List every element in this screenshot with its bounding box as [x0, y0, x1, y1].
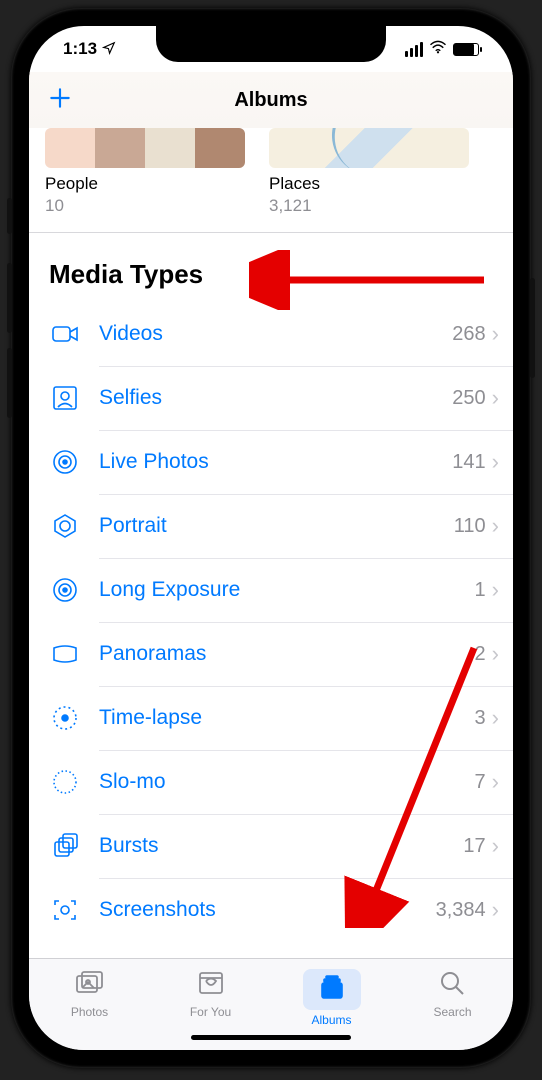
- content-area[interactable]: People 10 Places 3,121 Media Types Video…: [29, 128, 513, 958]
- row-label: Panoramas: [99, 642, 475, 666]
- chevron-right-icon: ›: [492, 641, 499, 667]
- chevron-right-icon: ›: [492, 321, 499, 347]
- list-item-videos[interactable]: Videos 268 ›: [29, 302, 513, 366]
- row-label: Videos: [99, 322, 452, 346]
- tab-label: For You: [190, 1005, 231, 1019]
- albums-icon: [303, 969, 361, 1010]
- tab-search[interactable]: Search: [392, 969, 513, 1019]
- tab-label: Albums: [311, 1013, 351, 1027]
- list-item-selfies[interactable]: Selfies 250 ›: [29, 366, 513, 430]
- portrait-icon: [49, 510, 81, 542]
- add-button[interactable]: [47, 83, 73, 117]
- search-icon: [438, 969, 468, 1002]
- row-label: Bursts: [99, 834, 463, 858]
- panorama-icon: [49, 638, 81, 670]
- row-label: Long Exposure: [99, 578, 475, 602]
- list-item-livephotos[interactable]: Live Photos 141 ›: [29, 430, 513, 494]
- row-count: 1: [475, 579, 486, 602]
- album-name: Places: [269, 174, 469, 194]
- media-types-list: Videos 268 › Selfies 250 › Live: [29, 302, 513, 942]
- album-tile-people[interactable]: People 10: [45, 128, 245, 216]
- chevron-right-icon: ›: [492, 705, 499, 731]
- row-label: Slo-mo: [99, 770, 475, 794]
- album-name: People: [45, 174, 245, 194]
- row-count: 17: [463, 835, 485, 858]
- list-item-slomo[interactable]: Slo-mo 7 ›: [29, 750, 513, 814]
- tab-label: Search: [433, 1005, 471, 1019]
- album-tile-places[interactable]: Places 3,121: [269, 128, 469, 216]
- chevron-right-icon: ›: [492, 449, 499, 475]
- video-icon: [49, 318, 81, 350]
- foryou-icon: [196, 969, 226, 1002]
- chevron-right-icon: ›: [492, 833, 499, 859]
- row-label: Portrait: [99, 514, 454, 538]
- list-item-panoramas[interactable]: Panoramas 2 ›: [29, 622, 513, 686]
- people-places-strip: People 10 Places 3,121: [29, 128, 513, 232]
- tab-photos[interactable]: Photos: [29, 969, 150, 1019]
- list-item-bursts[interactable]: Bursts 17 ›: [29, 814, 513, 878]
- screenshots-icon: [49, 894, 81, 926]
- row-count: 7: [475, 771, 486, 794]
- tab-foryou[interactable]: For You: [150, 969, 271, 1019]
- row-label: Screenshots: [99, 898, 436, 922]
- row-count: 3,384: [436, 899, 486, 922]
- livephoto-icon: [49, 446, 81, 478]
- location-arrow-icon: [102, 41, 116, 58]
- row-count: 110: [454, 515, 486, 538]
- photos-icon: [75, 969, 105, 1002]
- tab-albums[interactable]: Albums: [271, 969, 392, 1027]
- row-count: 250: [452, 387, 485, 410]
- row-label: Time-lapse: [99, 706, 475, 730]
- chevron-right-icon: ›: [492, 513, 499, 539]
- selfie-icon: [49, 382, 81, 414]
- places-thumbnail: [269, 128, 469, 168]
- row-count: 141: [452, 451, 485, 474]
- wifi-icon: [429, 39, 447, 59]
- section-header-media-types: Media Types: [29, 233, 513, 302]
- chevron-right-icon: ›: [492, 385, 499, 411]
- row-label: Selfies: [99, 386, 452, 410]
- chevron-right-icon: ›: [492, 577, 499, 603]
- list-item-timelapse[interactable]: Time-lapse 3 ›: [29, 686, 513, 750]
- row-count: 3: [475, 707, 486, 730]
- row-count: 268: [452, 323, 485, 346]
- status-time: 1:13: [63, 39, 97, 59]
- people-thumbnail: [45, 128, 245, 168]
- album-count: 10: [45, 196, 245, 216]
- cell-signal-icon: [405, 42, 423, 57]
- page-title: Albums: [234, 89, 307, 112]
- nav-bar: Albums: [29, 72, 513, 128]
- list-item-screenshots[interactable]: Screenshots 3,384 ›: [29, 878, 513, 942]
- list-item-longexposure[interactable]: Long Exposure 1 ›: [29, 558, 513, 622]
- home-indicator[interactable]: [191, 1035, 351, 1040]
- chevron-right-icon: ›: [492, 897, 499, 923]
- battery-icon: [453, 43, 479, 56]
- tab-label: Photos: [71, 1005, 108, 1019]
- row-label: Live Photos: [99, 450, 452, 474]
- chevron-right-icon: ›: [492, 769, 499, 795]
- row-count: 2: [475, 643, 486, 666]
- list-item-portrait[interactable]: Portrait 110 ›: [29, 494, 513, 558]
- slomo-icon: [49, 766, 81, 798]
- bursts-icon: [49, 830, 81, 862]
- timelapse-icon: [49, 702, 81, 734]
- longexposure-icon: [49, 574, 81, 606]
- album-count: 3,121: [269, 196, 469, 216]
